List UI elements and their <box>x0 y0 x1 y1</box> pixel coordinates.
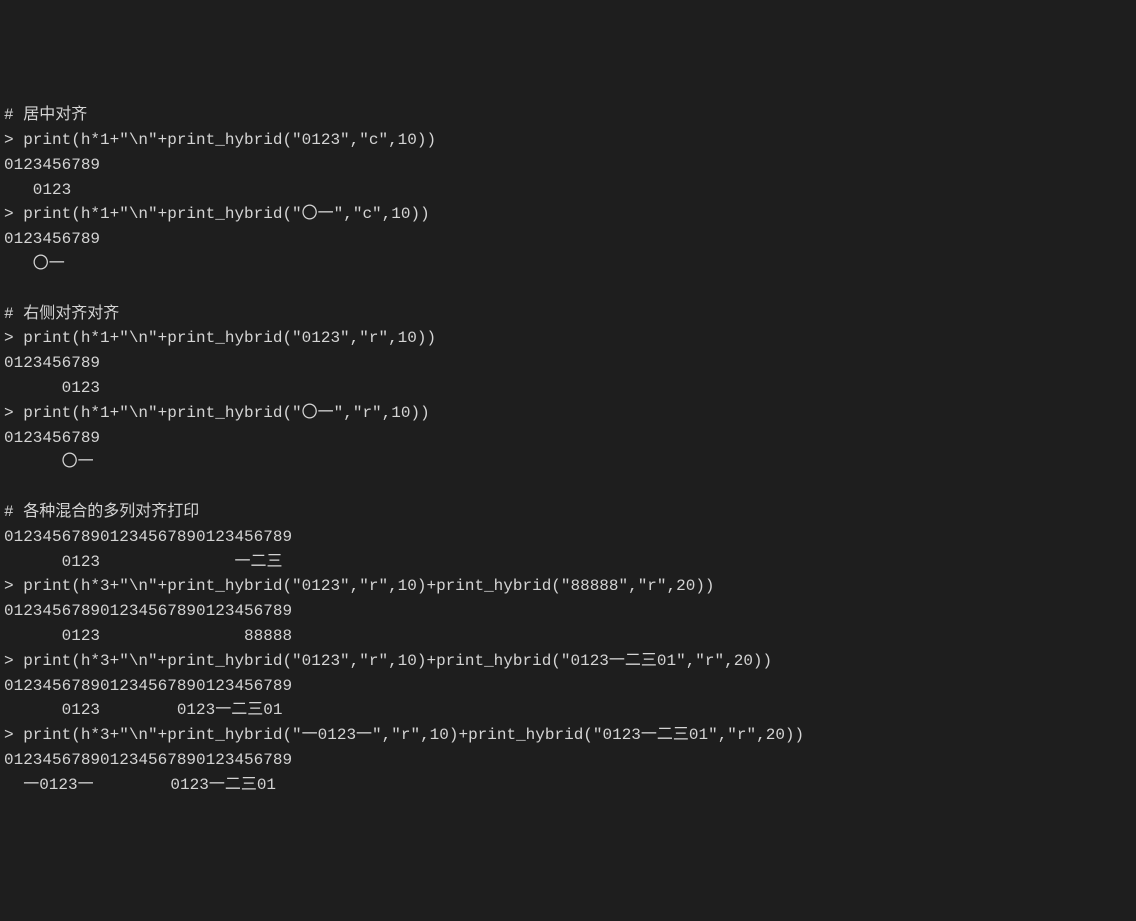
terminal-line: 0123 88888 <box>0 624 1136 649</box>
terminal-line: 〇一 <box>0 450 1136 475</box>
terminal-line: > print(h*3+"\n"+print_hybrid("0123","r"… <box>0 649 1136 674</box>
terminal-line: > print(h*1+"\n"+print_hybrid("〇一","c",1… <box>0 202 1136 227</box>
terminal-line: 一0123一 0123一二三01 <box>0 773 1136 798</box>
terminal-line: 0123456789 <box>0 153 1136 178</box>
terminal-line: 0123 <box>0 376 1136 401</box>
terminal-line: > print(h*1+"\n"+print_hybrid("0123","c"… <box>0 128 1136 153</box>
terminal-line: 012345678901234567890123456789 <box>0 599 1136 624</box>
terminal-line: # 居中对齐 <box>0 103 1136 128</box>
terminal-line: 0123456789 <box>0 426 1136 451</box>
terminal-line: # 各种混合的多列对齐打印 <box>0 500 1136 525</box>
terminal-line <box>0 277 1136 302</box>
terminal-line: 0123456789 <box>0 227 1136 252</box>
terminal-output: # 居中对齐> print(h*1+"\n"+print_hybrid("012… <box>0 103 1136 797</box>
terminal-line: 0123456789 <box>0 351 1136 376</box>
terminal-line: > print(h*3+"\n"+print_hybrid("一0123一","… <box>0 723 1136 748</box>
terminal-line: 0123 <box>0 178 1136 203</box>
terminal-line: # 右侧对齐对齐 <box>0 302 1136 327</box>
terminal-line: > print(h*1+"\n"+print_hybrid("〇一","r",1… <box>0 401 1136 426</box>
terminal-line: 0123 0123一二三01 <box>0 698 1136 723</box>
terminal-line: 012345678901234567890123456789 <box>0 674 1136 699</box>
terminal-line <box>0 475 1136 500</box>
terminal-line: 0123 一二三 <box>0 550 1136 575</box>
terminal-line: 012345678901234567890123456789 <box>0 748 1136 773</box>
terminal-line: 〇一 <box>0 252 1136 277</box>
terminal-line: 012345678901234567890123456789 <box>0 525 1136 550</box>
terminal-line: > print(h*1+"\n"+print_hybrid("0123","r"… <box>0 326 1136 351</box>
terminal-line: > print(h*3+"\n"+print_hybrid("0123","r"… <box>0 574 1136 599</box>
